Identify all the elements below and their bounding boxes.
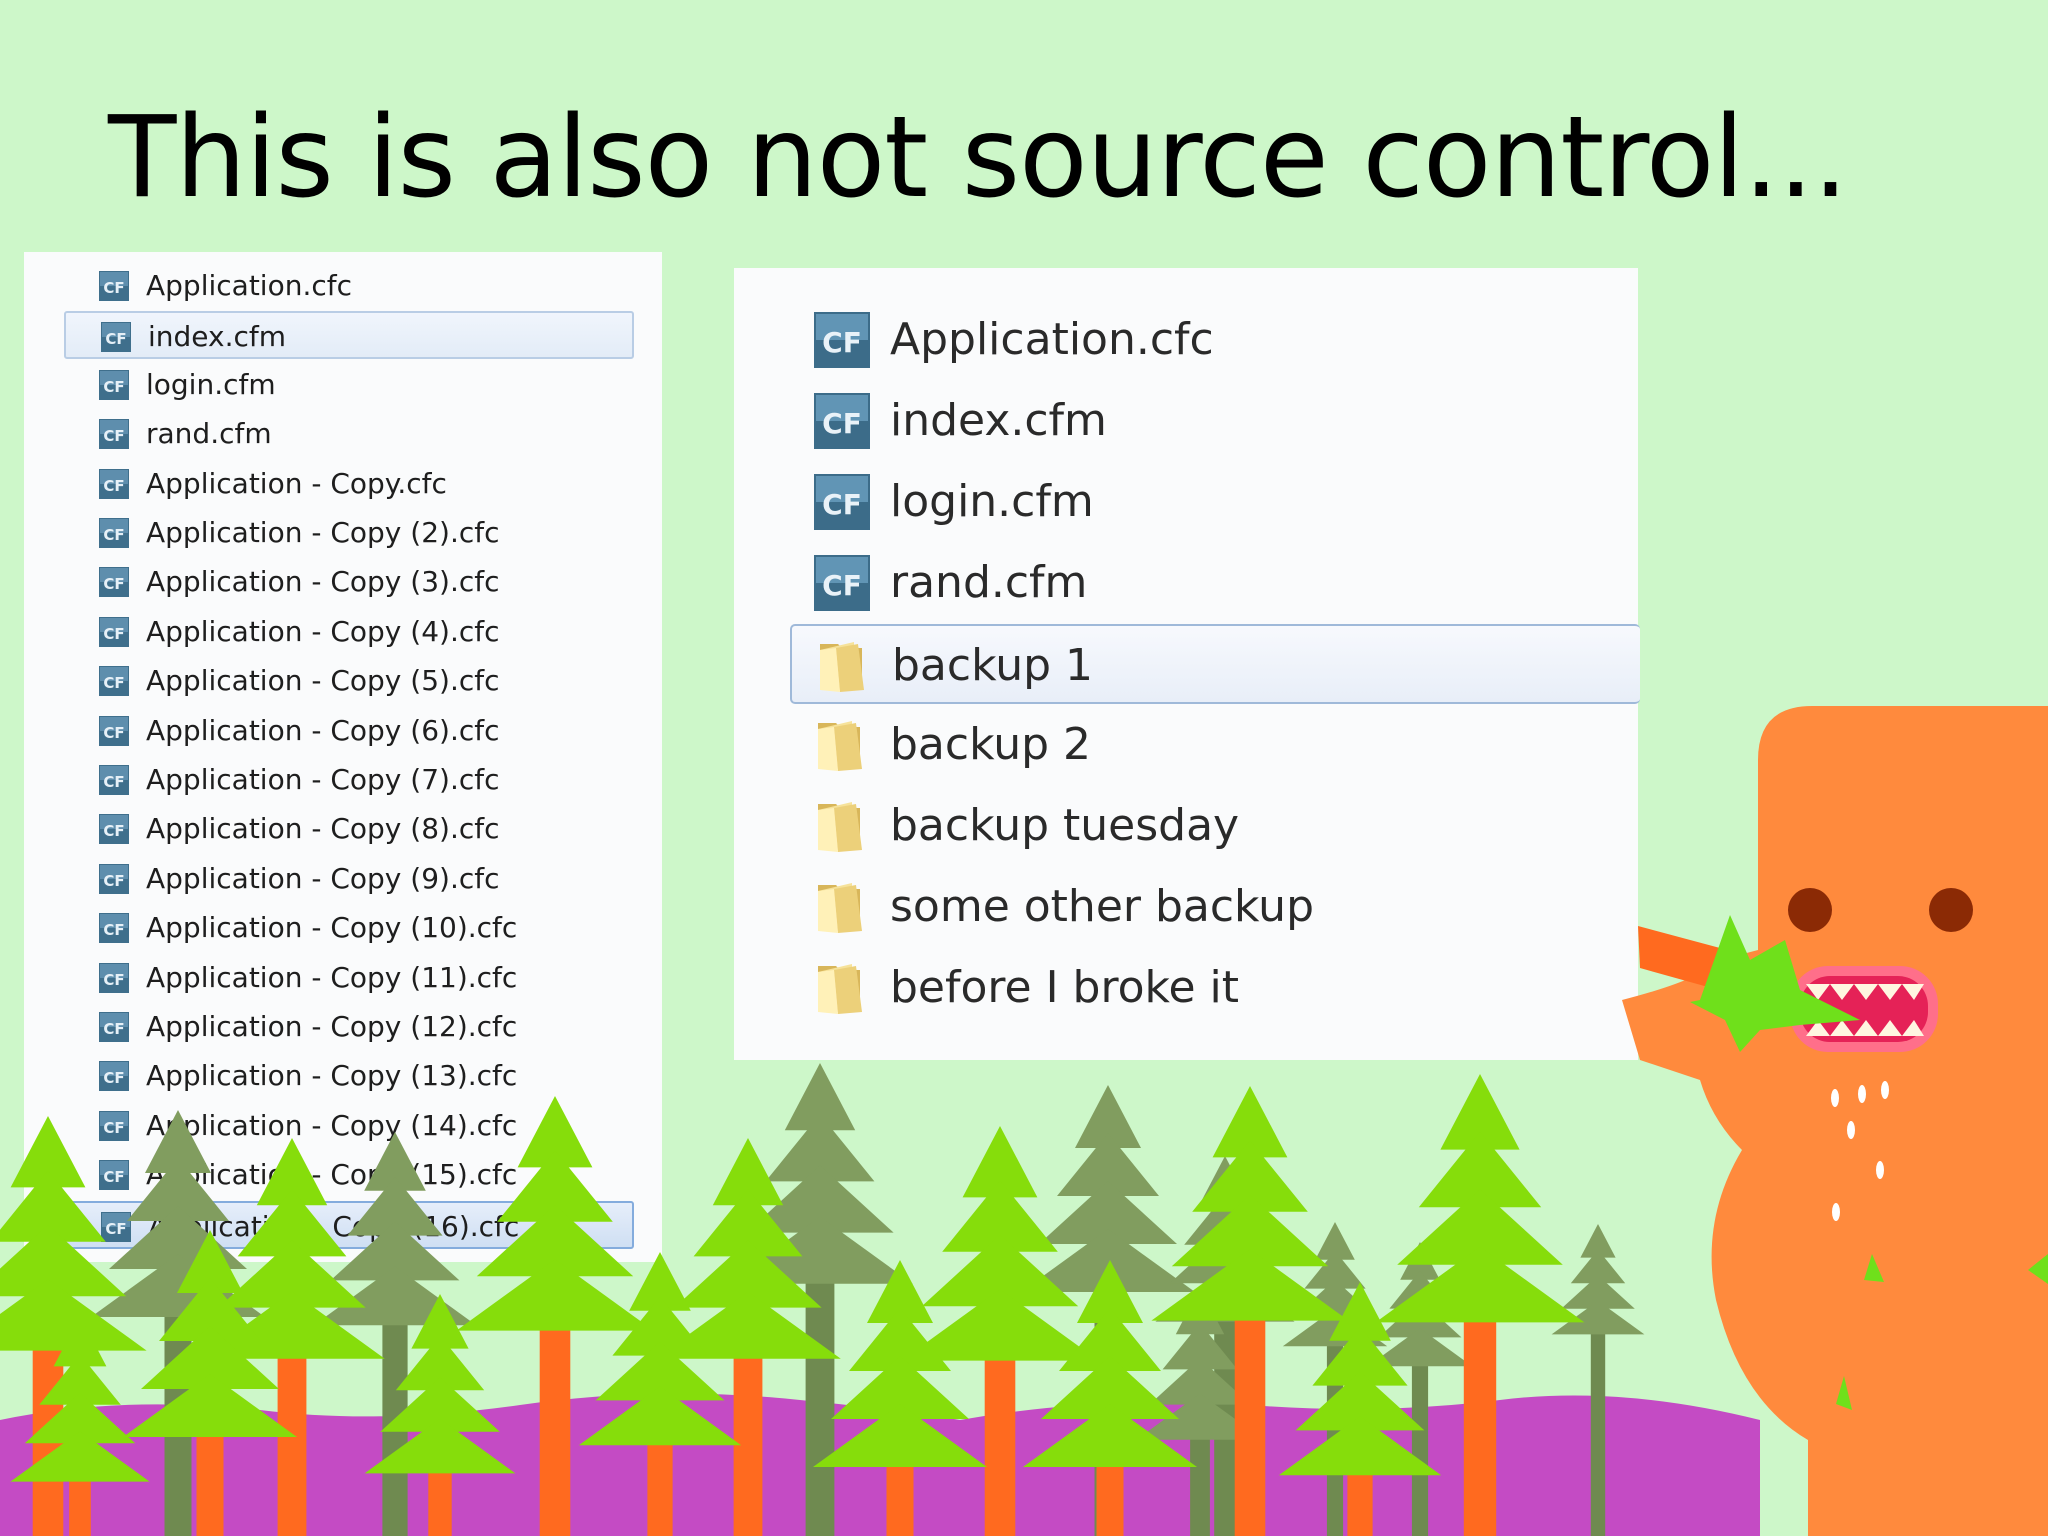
monster-eye-right <box>1929 888 1973 932</box>
monster-eye-left <box>1788 888 1832 932</box>
scenery-illustration <box>0 706 2048 1536</box>
